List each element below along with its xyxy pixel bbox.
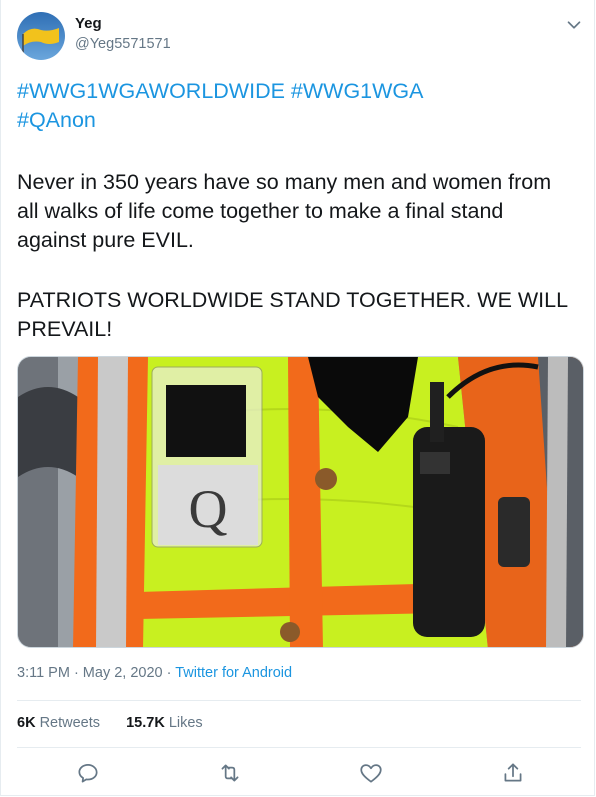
retweets-label: Retweets — [35, 715, 101, 731]
safety-vest-photo: Q — [18, 357, 583, 647]
divider — [17, 700, 581, 701]
tweet-hashtags: #WWG1WGAWORLDWIDE #WWG1WGA #QAnon — [17, 77, 583, 135]
badge-letter: Q — [189, 479, 228, 539]
like-icon[interactable] — [358, 760, 384, 786]
author-handle[interactable]: @Yeg5571571 — [75, 36, 171, 52]
tweet-photo[interactable]: Q — [17, 356, 584, 648]
reply-icon[interactable] — [75, 760, 101, 786]
tweet-meta: 3:11 PM · May 2, 2020 · Twitter for Andr… — [17, 665, 292, 681]
avatar[interactable] — [17, 12, 65, 60]
hashtag-line[interactable]: #QAnon — [17, 106, 583, 135]
chevron-down-icon[interactable] — [563, 14, 585, 36]
likes-count: 15.7K — [126, 715, 165, 731]
tweet-stats: 6K Retweets 15.7K Likes — [17, 715, 203, 731]
text-line: PREVAIL! — [17, 317, 113, 341]
retweet-icon[interactable] — [217, 760, 243, 786]
retweets-stat[interactable]: 6K Retweets — [17, 715, 100, 731]
tweet-actions — [17, 760, 581, 788]
tweet-paragraph: PATRIOTS WORLDWIDE STAND TOGETHER. WE WI… — [17, 286, 583, 344]
text-line: against pure EVIL. — [17, 228, 194, 252]
source-link[interactable]: Twitter for Android — [175, 665, 292, 681]
tweet-card: Yeg @Yeg5571571 #WWG1WGAWORLDWIDE #WWG1W… — [0, 0, 595, 796]
likes-stat[interactable]: 15.7K Likes — [126, 715, 203, 731]
divider — [17, 747, 581, 748]
hashtag-line[interactable]: #WWG1WGAWORLDWIDE #WWG1WGA — [17, 77, 583, 106]
text-line: all walks of life come together to make … — [17, 199, 504, 223]
text-line: Never in 350 years have so many men and … — [17, 170, 552, 194]
tweet-paragraph: Never in 350 years have so many men and … — [17, 168, 583, 255]
likes-label: Likes — [164, 715, 203, 731]
share-icon[interactable] — [500, 760, 526, 786]
tweet-header: Yeg @Yeg5571571 — [17, 12, 581, 62]
retweets-count: 6K — [17, 715, 36, 731]
avatar-image — [17, 12, 65, 60]
text-line: PATRIOTS WORLDWIDE STAND TOGETHER. WE WI… — [17, 288, 569, 312]
timestamp[interactable]: 3:11 PM · May 2, 2020 · — [17, 665, 175, 681]
author-name[interactable]: Yeg — [75, 15, 102, 32]
